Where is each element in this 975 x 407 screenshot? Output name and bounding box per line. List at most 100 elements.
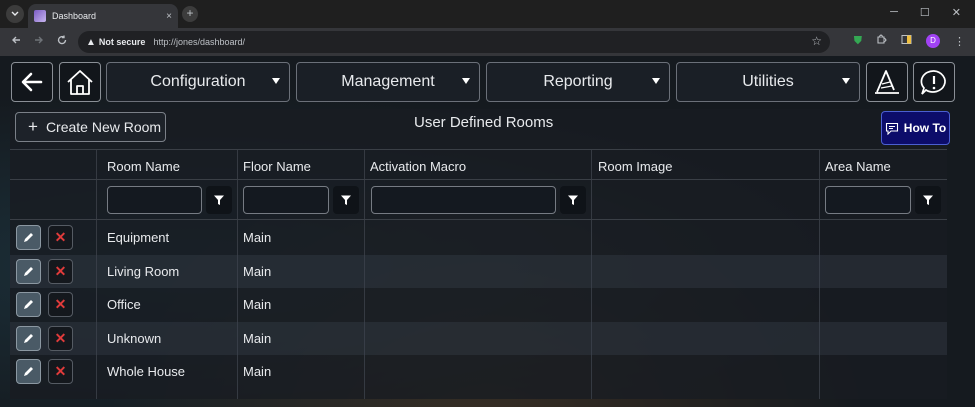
pencil-icon [24,300,33,310]
feedback-button[interactable] [913,62,955,102]
home-icon [67,70,93,95]
table-row: ✕ Unknown Main [10,321,947,356]
edit-button[interactable] [16,359,41,385]
column-header-room-name[interactable]: Room Name [107,159,180,174]
caret-down-icon [652,78,660,84]
area-name-filter-input[interactable] [825,186,911,214]
panel-header: + Create New Room User Defined Rooms How… [10,109,950,149]
column-header-area-name[interactable]: Area Name [825,159,891,174]
page-title: User Defined Rooms [414,114,554,131]
home-button[interactable] [59,62,101,102]
warning-icon: ▲ [86,36,96,48]
room-name-cell: Whole House [107,364,186,380]
browser-tab[interactable]: Dashboard × [28,4,178,28]
room-name-cell: Equipment [107,230,170,245]
delete-button[interactable]: ✕ [48,292,73,318]
pencil-icon [24,333,33,343]
edit-button[interactable] [16,258,41,284]
menu-management[interactable]: Management [296,62,480,102]
tab-title: Dashboard [52,11,97,21]
extension-area: ⛊ D ⋮ [854,34,965,48]
filter-icon [923,195,933,205]
menu-reporting[interactable]: Reporting [486,62,670,102]
window-controls: ─ ☐ ✕ [890,6,961,19]
room-name-cell: Living Room [107,263,180,279]
pencil-icon [24,233,33,242]
side-panel-icon[interactable] [901,34,912,48]
maximize-icon[interactable]: ☐ [920,6,930,19]
wizard-button[interactable] [866,62,908,102]
extensions-puzzle-icon[interactable] [876,34,887,48]
table-header-row: Room Name Floor Name Activation Macro Ro… [10,149,947,180]
column-header-floor-name[interactable]: Floor Name [243,159,311,174]
room-name-filter-input[interactable] [107,186,202,214]
floor-name-cell: Main [243,263,272,279]
bookmark-star-icon[interactable]: ☆ [811,34,822,48]
column-header-room-image[interactable]: Room Image [598,159,672,174]
filter-icon [568,195,578,205]
close-window-icon[interactable]: ✕ [952,6,961,19]
chat-alert-icon [920,70,946,95]
room-name-cell: Unknown [107,330,162,346]
floor-name-cell: Main [243,330,272,346]
delete-button[interactable]: ✕ [48,325,73,351]
caret-down-icon [272,78,280,84]
create-new-room-button[interactable]: + Create New Room [15,112,166,142]
profile-avatar[interactable]: D [926,34,940,48]
table-row: ✕ Living Room Main [10,254,947,289]
edit-button[interactable] [16,292,41,318]
table-row: ✕ Office Main [10,288,947,322]
plus-icon: + [28,117,38,136]
filter-icon [341,195,351,205]
menu-utilities-label: Utilities [742,73,794,90]
address-bar[interactable]: ▲ Not secure http://jones/dashboard/ ☆ [78,31,830,53]
menu-configuration[interactable]: Configuration [106,62,290,102]
room-name-filter-button[interactable] [206,186,232,214]
caret-down-icon [842,78,850,84]
table-row: ✕ Equipment Main [10,221,947,255]
browser-back-icon[interactable] [11,34,21,48]
delete-button[interactable]: ✕ [48,359,73,385]
tab-close-icon[interactable]: × [166,11,172,22]
column-header-activation-macro[interactable]: Activation Macro [370,159,466,174]
menu-management-label: Management [341,73,435,90]
tab-search-button[interactable] [6,5,24,23]
floor-name-cell: Main [243,364,272,380]
browser-forward-icon[interactable] [34,34,44,48]
activation-macro-filter-button[interactable] [560,186,586,214]
wizard-hat-icon [875,70,899,94]
menu-configuration-label: Configuration [150,73,246,90]
chat-icon [885,122,898,135]
floor-name-cell: Main [243,230,272,245]
security-indicator[interactable]: ▲ Not secure [86,37,145,48]
security-label: Not secure [98,37,146,47]
back-button[interactable] [11,62,53,102]
delete-button[interactable]: ✕ [48,258,73,284]
activation-macro-filter-input[interactable] [371,186,556,214]
back-arrow-icon [21,72,43,92]
create-new-room-label: Create New Room [45,119,162,135]
floor-name-filter-input[interactable] [243,186,329,214]
chevron-down-icon [11,11,19,16]
browser-tabstrip: Dashboard × + ─ ☐ ✕ [0,0,975,28]
delete-button[interactable]: ✕ [48,225,73,250]
table-row: ✕ Whole House Main [10,355,947,389]
floor-name-filter-button[interactable] [333,186,359,214]
pencil-icon [24,367,33,377]
room-name-cell: Office [107,297,141,313]
minimize-icon[interactable]: ─ [890,6,898,19]
shield-icon[interactable]: ⛊ [854,35,862,48]
app-favicon-icon [34,10,46,22]
edit-button[interactable] [16,225,41,250]
browser-menu-icon[interactable]: ⋮ [954,35,965,48]
table-filter-row [10,180,947,220]
new-tab-button[interactable]: + [182,6,198,22]
area-name-filter-button[interactable] [915,186,941,214]
reload-icon[interactable] [57,34,67,48]
app-area: Configuration Management Reporting Utili… [0,56,975,407]
how-to-button[interactable]: How To [881,111,950,145]
menu-utilities[interactable]: Utilities [676,62,860,102]
edit-button[interactable] [16,325,41,351]
caret-down-icon [462,78,470,84]
url-text: http://jones/dashboard/ [153,37,246,47]
